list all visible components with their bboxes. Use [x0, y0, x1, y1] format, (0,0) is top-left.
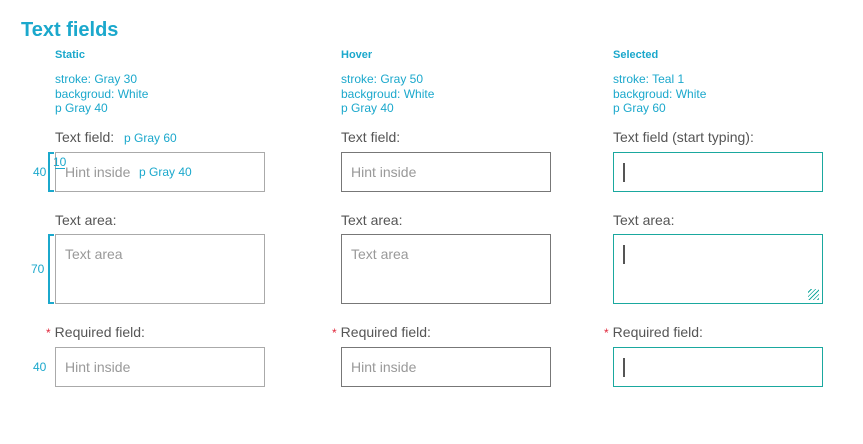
hint-text: Hint inside	[65, 359, 131, 375]
text-area-label: Text area:	[613, 212, 675, 228]
text-field[interactable]	[613, 152, 823, 192]
spec-text: p Gray 60	[613, 101, 666, 115]
textarea-height-annotation: 70	[31, 262, 45, 276]
spec-notes: stroke: Gray 50 backgroud: White p Gray …	[341, 72, 434, 116]
required-asterisk: *	[604, 326, 609, 340]
label-text: Required field:	[612, 324, 703, 340]
padding-marker	[55, 168, 65, 169]
text-field-label: Text field: p Gray 60	[55, 129, 177, 145]
required-field[interactable]: Hint inside	[341, 347, 551, 387]
text-field[interactable]: Hint inside p Gray 40	[55, 152, 265, 192]
text-area[interactable]: Text area	[55, 234, 265, 304]
label-text: Text field:	[55, 129, 115, 145]
label-text: Required field:	[340, 324, 431, 340]
text-area-label: Text area:	[341, 212, 403, 228]
hint-text: Hint inside	[351, 164, 417, 180]
text-cursor	[623, 163, 625, 182]
static-column: Static stroke: Gray 30 backgroud: White …	[46, 0, 295, 444]
spec-background: backgroud: White	[341, 86, 435, 101]
required-field-label: * Required field:	[604, 324, 703, 340]
spec-background: backgroud: White	[613, 86, 707, 101]
hover-column: Hover stroke: Gray 50 backgroud: White p…	[332, 0, 581, 444]
required-asterisk: *	[332, 326, 337, 340]
column-header: Selected	[613, 49, 659, 61]
padding-annotation: 10	[53, 155, 67, 169]
text-field-label: Text field (start typing):	[613, 129, 754, 145]
label-text: Required field:	[54, 324, 145, 340]
hint-text: Hint inside	[351, 359, 417, 375]
hint-color-annotation: p Gray 40	[139, 165, 192, 179]
field-height-annotation: 40	[33, 165, 47, 179]
column-header: Static	[55, 49, 85, 61]
hint-text: Hint inside	[65, 164, 131, 180]
selected-column: Selected stroke: Teal 1 backgroud: White…	[604, 0, 853, 444]
required-asterisk: *	[46, 326, 51, 340]
text-cursor	[623, 358, 625, 377]
spec-stroke: stroke: Gray 50	[341, 72, 424, 86]
text-area[interactable]: Text area	[341, 234, 551, 304]
spec-text: p Gray 40	[341, 101, 394, 115]
spec-notes: stroke: Gray 30 backgroud: White p Gray …	[55, 72, 148, 116]
required-height-annotation: 40	[33, 360, 47, 374]
height-marker	[48, 234, 54, 304]
text-field-label: Text field:	[341, 129, 401, 145]
required-field[interactable]: Hint inside	[55, 347, 265, 387]
column-header: Hover	[341, 49, 373, 61]
spec-background: backgroud: White	[55, 86, 149, 101]
hint-text: Text area	[351, 246, 409, 262]
text-area-label: Text area:	[55, 212, 117, 228]
text-cursor	[623, 245, 625, 264]
label-color-annotation: p Gray 60	[124, 131, 177, 145]
text-field[interactable]: Hint inside	[341, 152, 551, 192]
required-field-label: * Required field:	[332, 324, 431, 340]
spec-stroke: stroke: Teal 1	[613, 72, 685, 86]
required-field-label: * Required field:	[46, 324, 145, 340]
text-area[interactable]	[613, 234, 823, 304]
spec-notes: stroke: Teal 1 backgroud: White p Gray 6…	[613, 72, 706, 116]
resize-handle-icon[interactable]	[808, 289, 819, 300]
spec-stroke: stroke: Gray 30	[55, 72, 138, 86]
required-field[interactable]	[613, 347, 823, 387]
hint-text: Text area	[65, 246, 123, 262]
spec-text: p Gray 40	[55, 101, 108, 115]
